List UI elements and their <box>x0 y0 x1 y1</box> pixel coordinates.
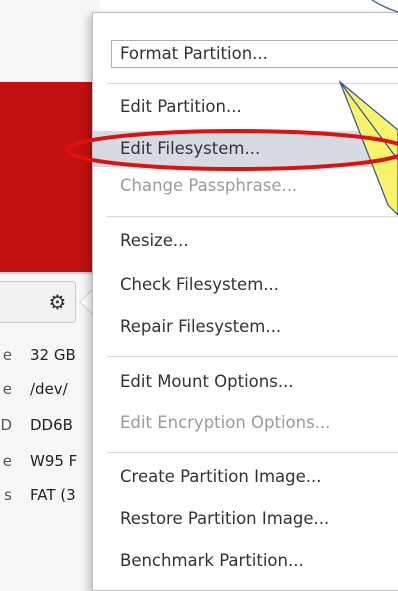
menu-item-edit-encryption-options: Edit Encryption Options... <box>93 405 398 441</box>
detail-value: /dev/ <box>30 380 68 398</box>
menu-item-label: Edit Encryption Options... <box>120 413 331 432</box>
partition-block[interactable] <box>0 82 96 272</box>
detail-key: s <box>4 486 12 504</box>
detail-row-uuid: D DD6B <box>0 416 100 442</box>
callout-top-edge <box>371 0 398 13</box>
menu-item-check-filesystem[interactable]: Check Filesystem... <box>93 267 398 303</box>
menu-separator <box>107 216 398 217</box>
detail-value: 32 GB <box>30 346 76 364</box>
menu-item-label: Benchmark Partition... <box>120 551 304 570</box>
menu-item-edit-mount-options[interactable]: Edit Mount Options... <box>93 364 398 400</box>
menu-separator <box>107 452 398 453</box>
menu-item-create-partition-image[interactable]: Create Partition Image... <box>93 459 398 495</box>
menu-item-resize[interactable]: Resize... <box>93 223 398 259</box>
menu-item-change-passphrase: Change Passphrase... <box>93 168 398 204</box>
detail-key: e <box>2 380 12 398</box>
detail-value: W95 F <box>30 452 78 470</box>
menu-item-benchmark-partition[interactable]: Benchmark Partition... <box>93 543 398 579</box>
menu-item-label: Edit Filesystem... <box>120 139 261 158</box>
detail-key: e <box>2 346 12 364</box>
gear-icon: ⚙ <box>48 290 67 314</box>
detail-row-partition-type: e W95 F <box>0 452 100 478</box>
menu-item-label: Edit Mount Options... <box>120 372 294 391</box>
menu-item-edit-partition[interactable]: Edit Partition... <box>93 89 398 125</box>
detail-row-size: e 32 GB <box>0 346 100 372</box>
menu-item-label: Restore Partition Image... <box>120 509 330 528</box>
menu-item-label: Create Partition Image... <box>120 467 322 486</box>
detail-value: DD6B <box>30 416 73 434</box>
menu-item-label: Change Passphrase... <box>120 176 298 195</box>
menu-item-label: Resize... <box>120 231 189 250</box>
detail-value: FAT (3 <box>30 486 76 504</box>
menu-separator <box>107 83 398 84</box>
menu-item-edit-filesystem[interactable]: Edit Filesystem... <box>93 131 398 167</box>
partition-options-button[interactable]: ⚙ <box>0 281 76 323</box>
menu-item-label: Edit Partition... <box>120 97 242 116</box>
menu-separator <box>107 356 398 357</box>
detail-row-contents: s FAT (3 <box>0 486 100 512</box>
focus-outline <box>111 40 398 68</box>
detail-key: e <box>2 452 12 470</box>
detail-row-device: e /dev/ <box>0 380 100 406</box>
menu-item-label: Repair Filesystem... <box>120 317 282 336</box>
menu-item-format-partition[interactable]: Format Partition... <box>93 36 398 72</box>
detail-key: D <box>0 416 12 434</box>
menu-item-label: Check Filesystem... <box>120 275 279 294</box>
volume-separator <box>0 272 100 274</box>
menu-item-repair-filesystem[interactable]: Repair Filesystem... <box>93 309 398 345</box>
menu-item-restore-partition-image[interactable]: Restore Partition Image... <box>93 501 398 537</box>
partition-context-menu: Format Partition... Edit Partition... Ed… <box>92 12 398 591</box>
